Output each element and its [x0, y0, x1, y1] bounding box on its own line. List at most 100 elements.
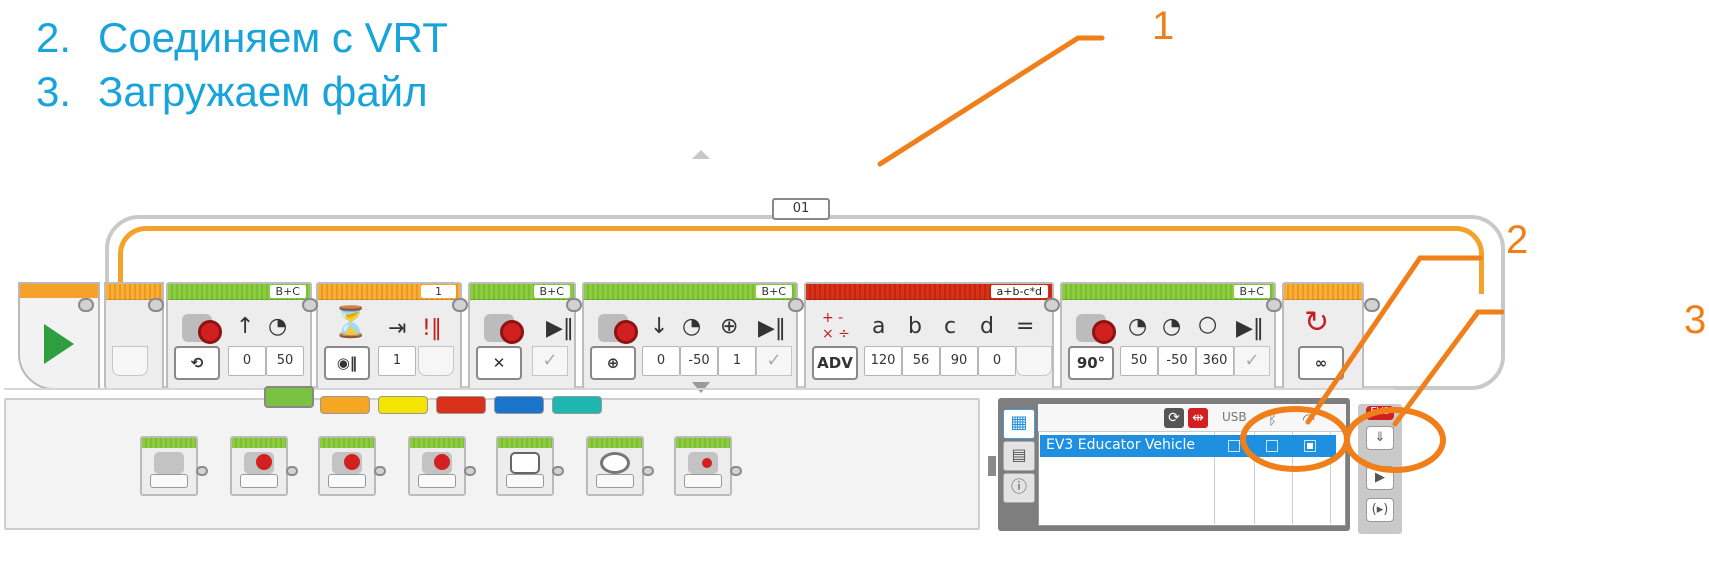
block-header: a+b-c*d — [806, 284, 1052, 300]
steering-motor-icon — [598, 306, 644, 346]
rotations-param[interactable]: 1 — [718, 346, 756, 376]
callout-1-line — [877, 35, 1105, 167]
step-text: Соединяем с VRT — [98, 14, 448, 61]
palette-plug-icon — [196, 466, 208, 476]
d-param[interactable]: 0 — [978, 346, 1016, 376]
move-tank-block[interactable]: B+C ◔ ◔ ○ ▶‖ 90° 50 -50 360 ✓ — [1060, 282, 1276, 390]
brake-checkbox[interactable]: ✓ — [1234, 346, 1270, 376]
palette-tab-flow[interactable] — [320, 396, 370, 414]
var-d-label: d — [980, 314, 994, 339]
palette-move-tank-block[interactable] — [408, 436, 466, 496]
arrow-up-icon: ↑ — [236, 314, 255, 339]
palette-large-motor-block[interactable] — [230, 436, 288, 496]
hourglass-icon: ⏳ — [332, 305, 370, 340]
loop-name-label[interactable]: 01 — [772, 198, 830, 220]
palette-tab-advanced[interactable] — [494, 396, 544, 414]
var-a-label: a — [872, 314, 886, 339]
palette-plug-icon — [730, 466, 742, 476]
download-and-run-button[interactable]: ▶ — [1366, 466, 1394, 490]
wait-block[interactable]: 1 ⏳ ⇥ !‖ ◉‖ 1 — [316, 282, 462, 390]
loop-mode-button[interactable]: ∞ — [1298, 346, 1344, 380]
b-param[interactable]: 56 — [902, 346, 940, 376]
palette-plug-icon — [642, 466, 654, 476]
palette-tab-sensor[interactable] — [378, 396, 428, 414]
block-header — [1284, 284, 1362, 300]
port-label[interactable]: B+C — [755, 285, 792, 298]
loop-mode-slot[interactable] — [112, 346, 148, 376]
port-label[interactable]: B+C — [269, 285, 306, 298]
move-steering-block-1[interactable]: B+C ↑ ◔ ⟲ 0 50 — [166, 282, 312, 390]
port-label[interactable]: B+C — [1233, 285, 1270, 298]
power-gauge-icon: ◔ — [268, 314, 288, 339]
palette-move-steering-block[interactable] — [318, 436, 376, 496]
sound-icon — [600, 452, 630, 474]
palette-tab-data[interactable] — [436, 396, 486, 414]
port-view-tab[interactable]: ▤ — [1003, 441, 1035, 471]
brake-icon: ▶‖ — [546, 316, 574, 341]
move-steering-block-2[interactable]: B+C ▶‖ ✕ ✓ — [468, 282, 576, 390]
bluetooth-checkbox[interactable] — [1266, 440, 1278, 452]
port-label[interactable]: B+C — [533, 285, 570, 298]
loop-exit-plug-icon — [1364, 298, 1380, 312]
palette-display-block[interactable] — [496, 436, 554, 496]
brick-row[interactable]: EV3 Educator Vehicle — [1040, 435, 1336, 457]
brick-info-tab[interactable]: ⓘ — [1003, 473, 1035, 503]
wifi-checkbox[interactable] — [1304, 440, 1316, 452]
power-param[interactable]: 50 — [266, 346, 304, 376]
step-text: Загружаем файл — [98, 68, 428, 115]
output-slot — [418, 346, 454, 376]
power-gauge-icon: ◔ — [682, 314, 702, 339]
mode-selector-button[interactable]: ✕ — [476, 346, 522, 380]
steering-param[interactable]: 0 — [228, 346, 266, 376]
collapse-handle[interactable] — [988, 456, 996, 476]
step-number: 2. — [36, 14, 72, 61]
power-param[interactable]: -50 — [680, 346, 718, 376]
mode-selector-button[interactable]: 90° — [1068, 346, 1114, 380]
mode-selector-button[interactable]: ADV — [812, 346, 858, 380]
step-3: 3. Загружаем файл — [36, 68, 428, 116]
loop-end-block[interactable]: ↻ ∞ — [1282, 282, 1364, 390]
available-bricks-tab[interactable]: ▦ — [1003, 409, 1035, 439]
mode-selector-button[interactable]: ◉‖ — [324, 346, 370, 380]
degrees-param[interactable]: 360 — [1196, 346, 1234, 376]
brake-checkbox[interactable]: ✓ — [532, 346, 568, 376]
brake-icon: ▶‖ — [758, 316, 786, 341]
steering-param[interactable]: 0 — [642, 346, 680, 376]
result-label: = — [1016, 314, 1035, 339]
move-steering-block-3[interactable]: B+C ↓ ◔ ⊕ ▶‖ ⊕ 0 -50 1 ✓ — [582, 282, 798, 390]
usb-column-header: USB — [1222, 410, 1247, 424]
c-param[interactable]: 90 — [940, 346, 978, 376]
loop-repeat-icon: ↻ — [1304, 305, 1330, 340]
run-selected-button[interactable]: (▸) — [1366, 498, 1394, 522]
palette-brick-light-block[interactable] — [674, 436, 732, 496]
threshold-param[interactable]: 1 — [378, 346, 416, 376]
bluetooth-icon: ᛒ — [1268, 410, 1278, 428]
left-power-param[interactable]: 50 — [1120, 346, 1158, 376]
sequence-plug-icon — [302, 298, 318, 312]
sensor-compare-icon: ⇥ — [388, 316, 407, 341]
mode-selector-button[interactable]: ⟲ — [174, 346, 220, 380]
right-power-param[interactable]: -50 — [1158, 346, 1196, 376]
right-power-icon: ◔ — [1162, 314, 1182, 339]
download-button[interactable]: ⇓ — [1366, 426, 1394, 450]
equation-label[interactable]: a+b-c*d — [990, 285, 1048, 298]
math-block[interactable]: a+b-c*d + - × ÷ a b c d = ADV 120 56 90 0 — [804, 282, 1054, 390]
palette-sound-block[interactable] — [586, 436, 644, 496]
play-icon[interactable] — [44, 324, 74, 364]
scroll-up-arrow[interactable] — [692, 150, 710, 159]
var-b-label: b — [908, 314, 922, 339]
steering-motor-icon — [484, 306, 530, 346]
refresh-icon[interactable]: ⟳ — [1164, 408, 1184, 428]
mode-selector-button[interactable]: ⊕ — [590, 346, 636, 380]
palette-plug-icon — [464, 466, 476, 476]
sequence-plug-icon — [1266, 298, 1282, 312]
palette-tab-action[interactable] — [264, 386, 314, 408]
usb-checkbox[interactable] — [1228, 440, 1240, 452]
palette-tab-my-blocks[interactable] — [552, 396, 602, 414]
brake-checkbox[interactable]: ✓ — [756, 346, 792, 376]
disconnect-icon[interactable]: ⇹ — [1188, 408, 1208, 428]
palette-medium-motor-block[interactable] — [140, 436, 198, 496]
callout-1: 1 — [1152, 4, 1175, 48]
port-label[interactable]: 1 — [421, 285, 456, 298]
a-param[interactable]: 120 — [864, 346, 902, 376]
